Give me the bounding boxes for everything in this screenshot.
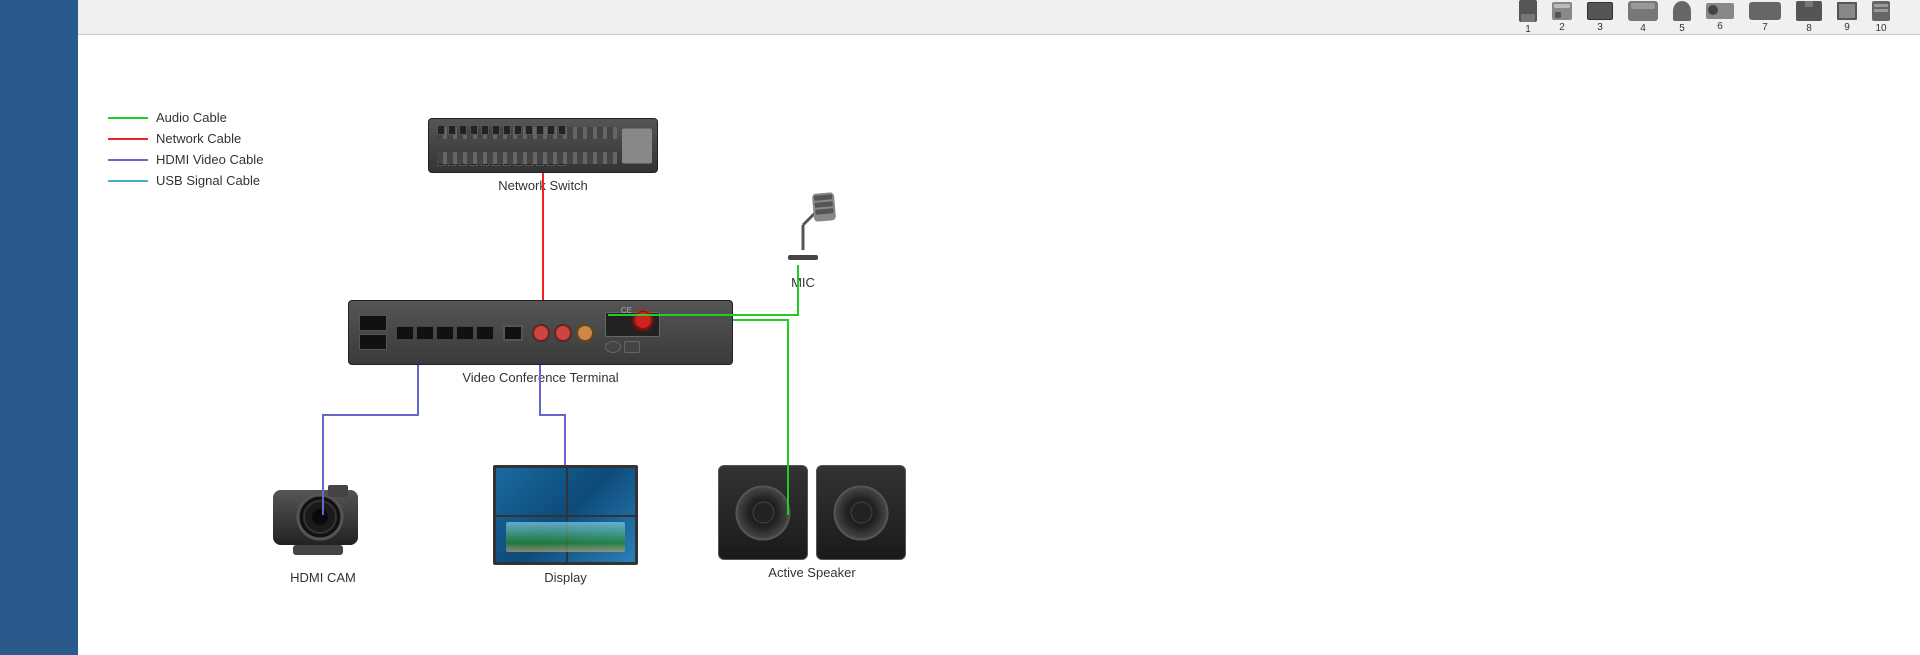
vct-label: Video Conference Terminal (348, 370, 733, 385)
mic-image (758, 185, 848, 265)
usb-cable-line (108, 180, 148, 182)
speaker-device: Active Speaker (718, 465, 906, 580)
legend-audio: Audio Cable (108, 110, 263, 125)
speaker-left (718, 465, 808, 560)
vct-image: CE (348, 300, 733, 365)
camera-label: HDMI CAM (268, 570, 378, 585)
speaker-pair (718, 465, 906, 560)
legend-usb: USB Signal Cable (108, 173, 263, 188)
toolbar-item-1[interactable]: 1 (1519, 0, 1537, 35)
network-switch-image (428, 118, 658, 173)
mic-device: MIC (758, 185, 848, 290)
network-switch-device: Network Switch (428, 118, 658, 193)
network-cable-line (108, 138, 148, 140)
legend-network: Network Cable (108, 131, 263, 146)
speaker-cone-left (736, 485, 791, 540)
speaker-label: Active Speaker (718, 565, 906, 580)
main-content: 1 2 3 4 (78, 0, 1920, 655)
toolbar-icons: 1 2 3 4 (1519, 0, 1910, 35)
display-image (493, 465, 638, 565)
speaker-cone-right (834, 485, 889, 540)
speaker-right (816, 465, 906, 560)
toolbar-item-3[interactable]: 3 (1587, 2, 1613, 33)
hdmi-cable-line (108, 159, 148, 161)
mic-label: MIC (758, 275, 848, 290)
toolbar-item-10[interactable]: 10 (1872, 1, 1890, 34)
display-device: Display (493, 465, 638, 585)
toolbar-item-2[interactable]: 2 (1552, 2, 1572, 33)
network-switch-label: Network Switch (428, 178, 658, 193)
toolbar-item-7[interactable]: 7 (1749, 2, 1781, 33)
toolbar-item-6[interactable]: 6 (1706, 3, 1734, 32)
toolbar-item-8[interactable]: 8 (1796, 1, 1822, 34)
legend-hdmi: HDMI Video Cable (108, 152, 263, 167)
display-label: Display (493, 570, 638, 585)
toolbar-item-4[interactable]: 4 (1628, 1, 1658, 34)
diagram-area: Audio Cable Network Cable HDMI Video Cab… (78, 35, 1920, 655)
switch-detail (622, 128, 652, 163)
camera-device: HDMI CAM (268, 470, 378, 585)
vct-device: CE Video Conference Terminal (348, 300, 733, 385)
audio-cable-line (108, 117, 148, 119)
toolbar-item-9[interactable]: 9 (1837, 2, 1857, 33)
toolbar-item-5[interactable]: 5 (1673, 1, 1691, 34)
camera-image (268, 470, 378, 560)
legend: Audio Cable Network Cable HDMI Video Cab… (108, 110, 263, 194)
toolbar: 1 2 3 4 (78, 0, 1920, 35)
